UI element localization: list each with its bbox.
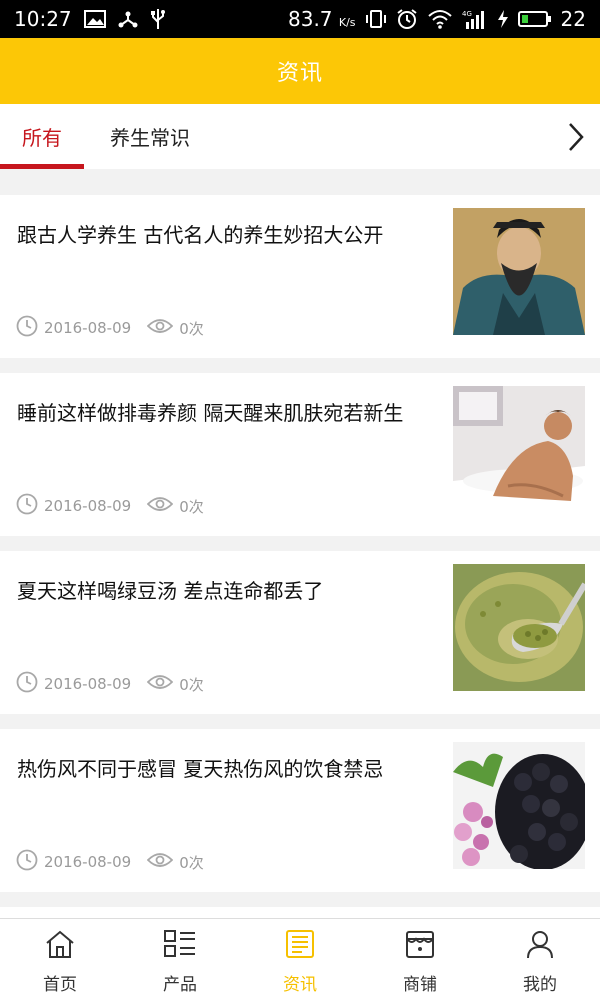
user-icon xyxy=(525,929,555,964)
signal-icon: 4G xyxy=(462,8,488,30)
article-title: 热伤风不同于感冒 夏天热伤风的饮食禁忌 xyxy=(17,757,384,781)
article-list: 跟古人学养生 古代名人的养生妙招大公开 2016-08-09 0次 睡前这样做排… xyxy=(0,195,600,942)
article-date: 2016-08-09 xyxy=(44,853,132,871)
gallery-icon xyxy=(83,10,106,28)
eye-icon xyxy=(146,673,174,695)
nav-home[interactable]: 首页 xyxy=(0,919,120,1000)
article-thumbnail xyxy=(453,564,585,691)
nav-news[interactable]: 资讯 xyxy=(240,919,360,1000)
nav-mine[interactable]: 我的 xyxy=(480,919,600,1000)
article-views: 0次 xyxy=(179,853,204,872)
article-title: 睡前这样做排毒养颜 隔天醒来肌肤宛若新生 xyxy=(17,401,404,425)
nav-mine-label: 我的 xyxy=(523,975,557,995)
nav-home-label: 首页 xyxy=(43,975,77,995)
app-header: 资讯 xyxy=(0,38,600,104)
charging-icon xyxy=(497,9,509,29)
battery-icon xyxy=(517,10,552,28)
article-title: 跟古人学养生 古代名人的养生妙招大公开 xyxy=(17,223,384,247)
battery-level: 22 xyxy=(560,7,586,31)
article-views: 0次 xyxy=(179,675,204,694)
article-thumbnail xyxy=(453,386,585,513)
article-date: 2016-08-09 xyxy=(44,319,132,337)
article-meta: 2016-08-09 0次 xyxy=(16,493,204,519)
wifi-icon xyxy=(427,9,453,29)
article-title: 夏天这样喝绿豆汤 差点连命都丢了 xyxy=(17,579,324,603)
article-item[interactable]: 热伤风不同于感冒 夏天热伤风的饮食禁忌 2016-08-09 0次 xyxy=(0,729,600,892)
home-icon xyxy=(44,929,76,964)
article-views: 0次 xyxy=(179,319,204,338)
clock-icon xyxy=(16,671,38,697)
eye-icon xyxy=(146,317,174,339)
vibrate-icon xyxy=(365,9,387,29)
article-item[interactable]: 睡前这样做排毒养颜 隔天醒来肌肤宛若新生 2016-08-09 0次 xyxy=(0,373,600,536)
article-item[interactable]: 夏天这样喝绿豆汤 差点连命都丢了 2016-08-09 0次 xyxy=(0,551,600,714)
article-meta: 2016-08-09 0次 xyxy=(16,315,204,341)
clock-icon xyxy=(16,493,38,519)
bottom-nav: 首页 产品 资讯 商铺 我的 xyxy=(0,918,600,1000)
svg-text:4G: 4G xyxy=(462,10,472,18)
category-tabs: 所有 养生常识 xyxy=(0,104,600,169)
clock-icon xyxy=(16,315,38,341)
article-views: 0次 xyxy=(179,497,204,516)
nav-products[interactable]: 产品 xyxy=(120,919,240,1000)
article-item[interactable]: 跟古人学养生 古代名人的养生妙招大公开 2016-08-09 0次 xyxy=(0,195,600,358)
tab-all[interactable]: 所有 xyxy=(0,104,84,169)
status-time: 10:27 xyxy=(14,7,72,31)
product-grid-icon xyxy=(163,929,197,964)
nav-shop[interactable]: 商铺 xyxy=(360,919,480,1000)
page-title: 资讯 xyxy=(276,61,323,86)
clock-icon xyxy=(16,849,38,875)
network-speed: 83.7 K/s xyxy=(288,7,356,31)
share-hub-icon xyxy=(118,9,138,29)
article-meta: 2016-08-09 0次 xyxy=(16,671,204,697)
eye-icon xyxy=(146,495,174,517)
news-icon xyxy=(285,929,315,964)
article-date: 2016-08-09 xyxy=(44,675,132,693)
article-thumbnail xyxy=(453,742,585,869)
article-thumbnail xyxy=(453,208,585,335)
nav-shop-label: 商铺 xyxy=(403,975,437,995)
tab-health-tips[interactable]: 养生常识 xyxy=(84,104,216,169)
alarm-icon xyxy=(396,8,418,30)
shop-icon xyxy=(404,929,436,964)
nav-products-label: 产品 xyxy=(163,975,197,995)
nav-news-label: 资讯 xyxy=(283,975,317,995)
usb-icon xyxy=(150,8,166,30)
status-bar: 10:27 83.7 K/s 4G 22 xyxy=(0,0,600,38)
eye-icon xyxy=(146,851,174,873)
article-date: 2016-08-09 xyxy=(44,497,132,515)
article-meta: 2016-08-09 0次 xyxy=(16,849,204,875)
chevron-right-icon[interactable] xyxy=(552,104,600,169)
